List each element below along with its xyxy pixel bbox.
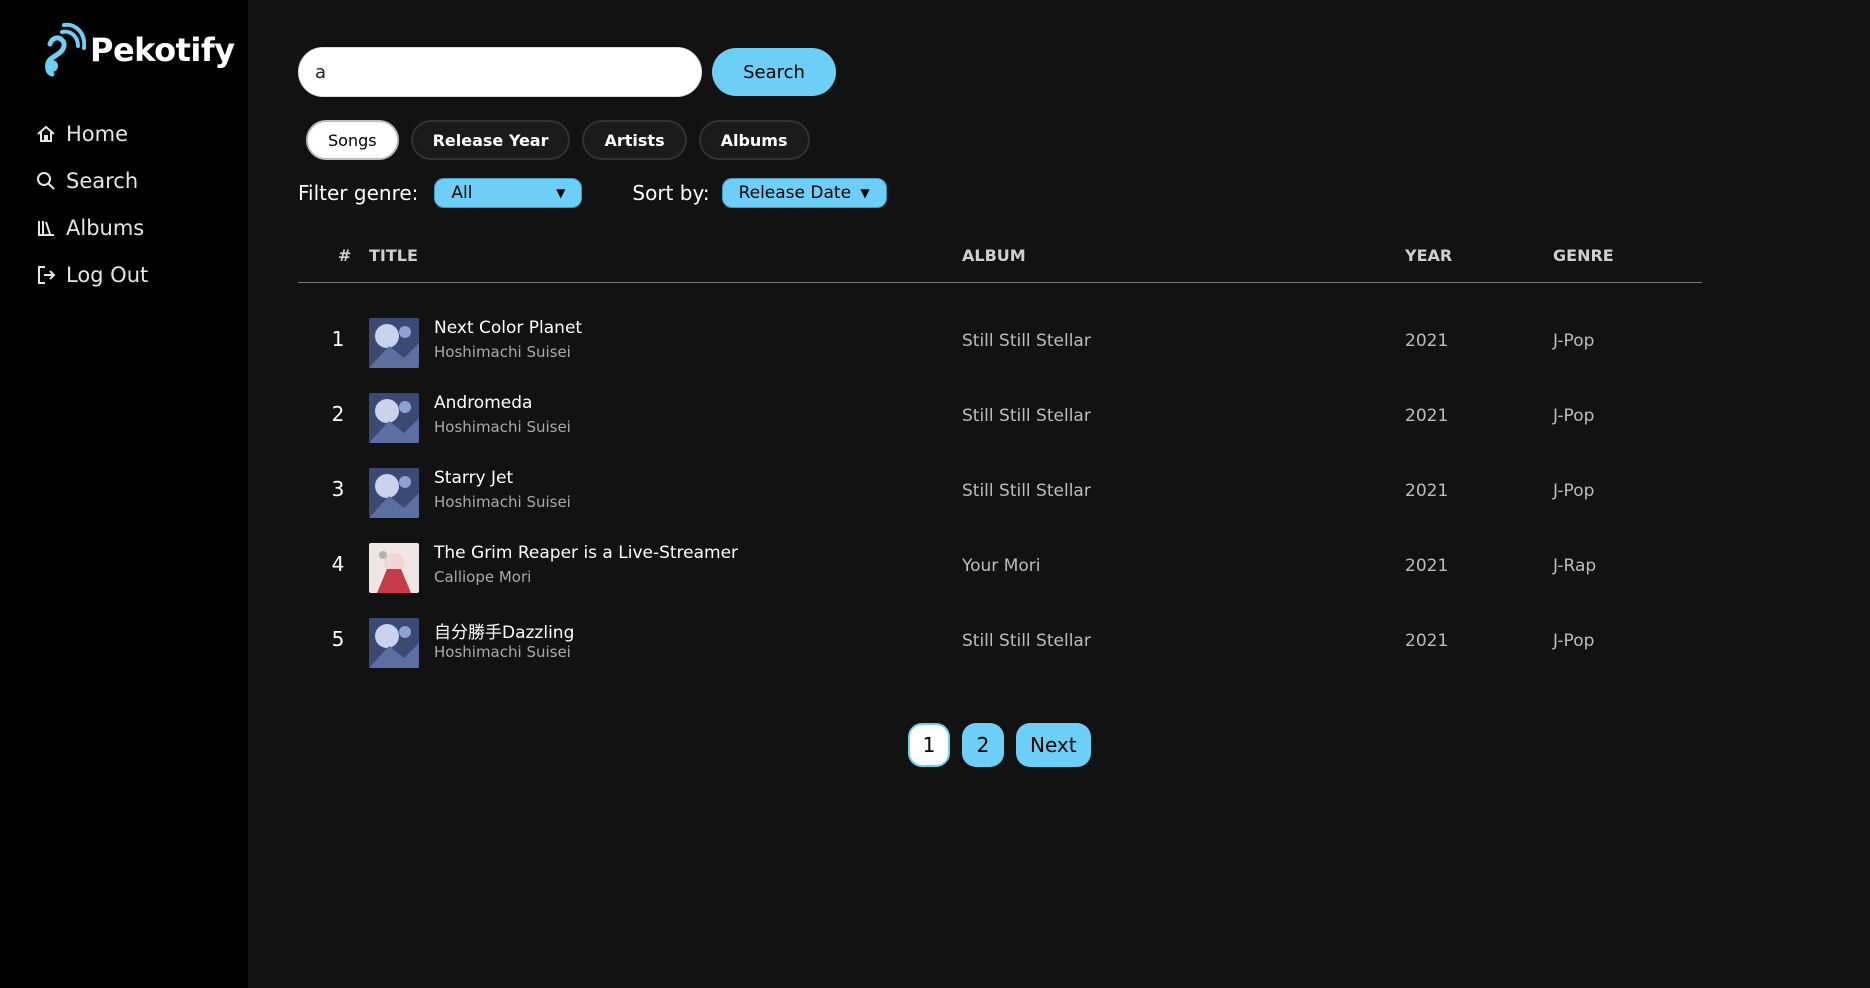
sort-select[interactable]: Release Date ▼ [721, 178, 887, 208]
song-genre: J-Pop [1553, 406, 1595, 426]
filter-row: Filter genre: All ▼ Sort by: Release Dat… [298, 178, 887, 208]
genre-filter-label: Filter genre: [298, 181, 419, 205]
song-title[interactable]: The Grim Reaper is a Live-Streamer [434, 543, 738, 563]
pagination: 1 2 Next [908, 723, 1103, 767]
search-button[interactable]: Search [712, 48, 836, 96]
sidebar-item-label: Search [66, 168, 139, 193]
search-icon [37, 171, 55, 190]
search-tabs: Songs Release Year Artists Albums [306, 120, 822, 160]
library-icon [38, 220, 54, 236]
header-genre: GENRE [1553, 246, 1614, 265]
row-number: 4 [331, 552, 345, 576]
song-year: 2021 [1405, 331, 1449, 351]
song-album[interactable]: Still Still Stellar [962, 406, 1091, 426]
song-genre: J-Pop [1553, 481, 1595, 501]
song-title[interactable]: Starry Jet [434, 468, 513, 488]
album-cover [369, 393, 419, 443]
song-artist[interactable]: Hoshimachi Suisei [434, 418, 571, 436]
table-row[interactable]: 1 Next Color Planet Hoshimachi Suisei St… [298, 301, 1702, 376]
song-genre: J-Rap [1553, 556, 1597, 576]
song-album[interactable]: Still Still Stellar [962, 481, 1091, 501]
header-num: # [338, 246, 352, 265]
song-artist[interactable]: Hoshimachi Suisei [434, 643, 571, 661]
row-number: 5 [331, 627, 345, 651]
tab-release-year[interactable]: Release Year [410, 120, 571, 160]
sidebar-item-search[interactable]: Search [36, 157, 148, 204]
song-artist[interactable]: Hoshimachi Suisei [434, 343, 571, 361]
row-number: 3 [331, 477, 345, 501]
tab-songs[interactable]: Songs [306, 120, 399, 160]
sidebar-item-albums[interactable]: Albums [36, 204, 148, 251]
song-year: 2021 [1405, 631, 1449, 651]
song-year: 2021 [1405, 406, 1449, 426]
songs-table: # TITLE ALBUM YEAR GENRE 1 Next Color Pl… [298, 240, 1702, 676]
tab-artists[interactable]: Artists [582, 120, 687, 160]
sort-select-value: Release Date [738, 183, 852, 203]
sort-label: Sort by: [632, 181, 710, 205]
song-album[interactable]: Still Still Stellar [962, 631, 1091, 651]
next-page-button[interactable]: Next [1016, 723, 1091, 767]
song-title[interactable]: 自分勝手Dazzling [434, 618, 574, 643]
sidebar: Pekotify Home Search Albums Log Out [0, 0, 248, 988]
home-icon [37, 125, 55, 142]
song-artist[interactable]: Hoshimachi Suisei [434, 493, 571, 511]
sidebar-nav: Home Search Albums Log Out [36, 110, 148, 298]
sidebar-item-home[interactable]: Home [36, 110, 148, 157]
song-genre: J-Pop [1553, 631, 1595, 651]
song-year: 2021 [1405, 481, 1449, 501]
row-number: 1 [331, 327, 345, 351]
album-cover [369, 618, 419, 668]
app-name: Pekotify [90, 31, 235, 69]
sidebar-item-label: Log Out [66, 262, 149, 287]
genre-select-value: All [451, 183, 473, 203]
sidebar-item-label: Home [66, 121, 129, 146]
header-year: YEAR [1405, 246, 1453, 265]
chevron-down-icon: ▼ [860, 186, 870, 200]
album-cover [369, 543, 419, 593]
song-title[interactable]: Andromeda [434, 393, 532, 413]
logout-icon [38, 265, 56, 284]
table-row[interactable]: 5 自分勝手Dazzling Hoshimachi Suisei Still S… [298, 601, 1702, 676]
search-input[interactable] [298, 47, 702, 97]
header-title: TITLE [369, 246, 418, 265]
song-album[interactable]: Still Still Stellar [962, 331, 1091, 351]
tab-albums[interactable]: Albums [698, 120, 810, 160]
app-logo[interactable]: Pekotify [42, 22, 235, 78]
table-header: # TITLE ALBUM YEAR GENRE [298, 240, 1702, 283]
page-button-2[interactable]: 2 [962, 723, 1004, 767]
table-row[interactable]: 3 Starry Jet Hoshimachi Suisei Still Sti… [298, 451, 1702, 526]
album-cover [369, 468, 419, 518]
chevron-down-icon: ▼ [556, 186, 566, 200]
sidebar-item-label: Albums [66, 215, 145, 240]
page-button-1[interactable]: 1 [908, 723, 950, 767]
song-genre: J-Pop [1553, 331, 1595, 351]
song-album[interactable]: Your Mori [962, 556, 1040, 576]
main-content: Search Songs Release Year Artists Albums… [248, 0, 1870, 988]
song-year: 2021 [1405, 556, 1449, 576]
song-artist[interactable]: Calliope Mori [434, 568, 531, 586]
table-row[interactable]: 2 Andromeda Hoshimachi Suisei Still Stil… [298, 376, 1702, 451]
genre-select[interactable]: All ▼ [434, 178, 583, 208]
logo-icon [45, 22, 86, 77]
header-album: ALBUM [962, 246, 1026, 265]
album-cover [369, 318, 419, 368]
sidebar-item-logout[interactable]: Log Out [36, 251, 148, 298]
row-number: 2 [331, 402, 345, 426]
table-row[interactable]: 4 The Grim Reaper is a Live-Streamer Cal… [298, 526, 1702, 601]
song-title[interactable]: Next Color Planet [434, 318, 582, 338]
